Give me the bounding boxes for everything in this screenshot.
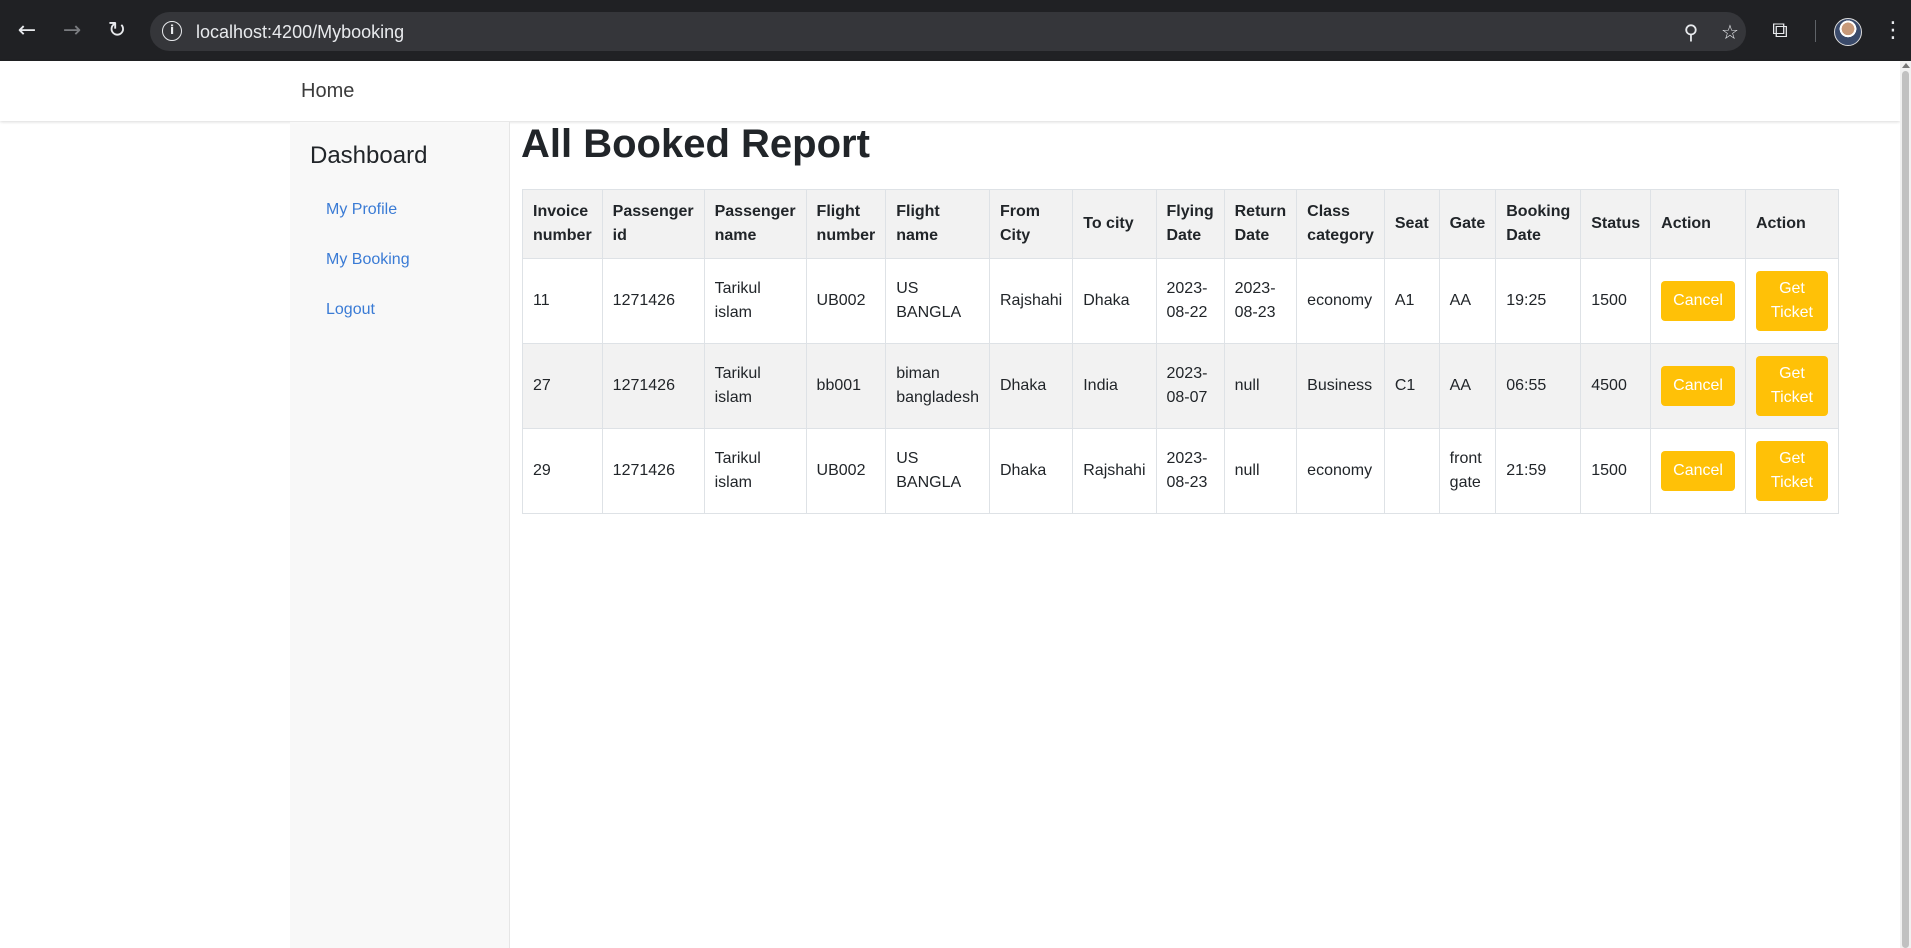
flight-number-cell: bb001 xyxy=(805,343,887,429)
flight-number-cell: UB002 xyxy=(805,428,887,514)
from-city-cell: Dhaka xyxy=(988,343,1074,429)
cancel-button[interactable]: Cancel xyxy=(1661,281,1735,321)
nav-home-link[interactable]: Home xyxy=(301,80,354,103)
url-text[interactable]: localhost:4200/Mybooking xyxy=(196,22,404,43)
back-icon[interactable]: ← xyxy=(10,14,44,48)
ticket-action-cell: Get Ticket xyxy=(1744,343,1839,429)
to-city-cell: Dhaka xyxy=(1072,258,1157,344)
booking-date-cell: 21:59 xyxy=(1495,428,1582,514)
profile-avatar[interactable] xyxy=(1834,18,1862,46)
class-category-cell: Business xyxy=(1296,343,1385,429)
gate-cell: AA xyxy=(1438,343,1497,429)
cancel-action-cell: Cancel xyxy=(1650,343,1746,429)
booking-report-table: Invoice number Passenger id Passenger name … xyxy=(522,189,1839,514)
flight-name-cell: US BANGLA xyxy=(885,258,990,344)
column-header: To city xyxy=(1072,189,1157,259)
return-date-cell: 2023- 08-23 xyxy=(1223,258,1298,344)
seat-cell xyxy=(1383,428,1440,514)
cancel-action-cell: Cancel xyxy=(1650,258,1746,344)
table-row: 29 1271426 Tarikul islam UB002 US BANGLA D… xyxy=(522,428,1839,514)
get-ticket-button[interactable]: Get Ticket xyxy=(1755,271,1828,331)
passenger-name-cell: Tarikul islam xyxy=(703,428,807,514)
flight-name-cell: US BANGLA xyxy=(885,428,990,514)
scroll-up-arrow-icon[interactable] xyxy=(1902,63,1910,68)
page-title: All Booked Report xyxy=(521,122,870,166)
gate-cell: front gate xyxy=(1438,428,1497,514)
sidebar-link-my-booking[interactable]: My Booking xyxy=(326,251,410,269)
invoice-cell: 11 xyxy=(522,258,603,344)
cancel-button[interactable]: Cancel xyxy=(1661,366,1735,406)
site-info-icon[interactable]: i xyxy=(162,21,182,41)
browser-toolbar: ← → ↻ i localhost:4200/Mybooking ⚲ ☆ ⧉ ⋮ xyxy=(0,0,1911,61)
table-row: 11 1271426 Tarikul islam UB002 US BANGLA R… xyxy=(522,258,1839,344)
column-header: Class category xyxy=(1296,189,1385,259)
column-header: Flight number xyxy=(805,189,887,259)
flying-date-cell: 2023- 08-23 xyxy=(1155,428,1225,514)
return-date-cell: null xyxy=(1223,428,1298,514)
column-header: Seat xyxy=(1383,189,1440,259)
flying-date-cell: 2023- 08-22 xyxy=(1155,258,1225,344)
ticket-action-cell: Get Ticket xyxy=(1744,258,1839,344)
reload-icon[interactable]: ↻ xyxy=(100,14,134,48)
cancel-action-cell: Cancel xyxy=(1650,428,1746,514)
column-header: Flight name xyxy=(885,189,990,259)
invoice-cell: 27 xyxy=(522,343,603,429)
sidebar: Dashboard My Profile My Booking Logout xyxy=(290,122,510,948)
booking-date-cell: 06:55 xyxy=(1495,343,1582,429)
flying-date-cell: 2023- 08-07 xyxy=(1155,343,1225,429)
column-header: Booking Date xyxy=(1495,189,1582,259)
class-category-cell: economy xyxy=(1296,258,1385,344)
column-header: Invoice number xyxy=(522,189,603,259)
table-header-row: Invoice number Passenger id Passenger name … xyxy=(522,189,1839,259)
flight-name-cell: biman bangladesh xyxy=(885,343,990,429)
to-city-cell: Rajshahi xyxy=(1072,428,1157,514)
scrollbar-thumb[interactable] xyxy=(1902,71,1909,948)
passenger-id-cell: 1271426 xyxy=(601,258,705,344)
to-city-cell: India xyxy=(1072,343,1157,429)
column-header: Passenger id xyxy=(601,189,705,259)
column-header: Return Date xyxy=(1223,189,1298,259)
page-scrollbar[interactable] xyxy=(1900,61,1911,948)
forward-icon[interactable]: → xyxy=(55,14,89,48)
column-header: Gate xyxy=(1438,189,1497,259)
passenger-name-cell: Tarikul islam xyxy=(703,343,807,429)
from-city-cell: Rajshahi xyxy=(988,258,1074,344)
column-header: Action xyxy=(1744,189,1839,259)
extensions-icon[interactable]: ⧉ xyxy=(1763,14,1797,48)
seat-cell: C1 xyxy=(1383,343,1440,429)
status-cell: 4500 xyxy=(1580,343,1652,429)
ticket-action-cell: Get Ticket xyxy=(1744,428,1839,514)
get-ticket-button[interactable]: Get Ticket xyxy=(1755,441,1828,501)
table-row: 27 1271426 Tarikul islam bb001 biman bangl… xyxy=(522,343,1839,429)
return-date-cell: null xyxy=(1223,343,1298,429)
column-header: Status xyxy=(1580,189,1652,259)
zoom-icon[interactable]: ⚲ xyxy=(1677,18,1705,46)
sidebar-title: Dashboard xyxy=(310,142,428,169)
app-navbar: Home xyxy=(0,61,1900,121)
sidebar-link-logout[interactable]: Logout xyxy=(326,301,375,319)
column-header: Action xyxy=(1650,189,1746,259)
seat-cell: A1 xyxy=(1383,258,1440,344)
browser-menu-icon[interactable]: ⋮ xyxy=(1876,14,1910,48)
passenger-name-cell: Tarikul islam xyxy=(703,258,807,344)
cancel-button[interactable]: Cancel xyxy=(1661,451,1735,491)
from-city-cell: Dhaka xyxy=(988,428,1074,514)
column-header: Flying Date xyxy=(1155,189,1225,259)
flight-number-cell: UB002 xyxy=(805,258,887,344)
gate-cell: AA xyxy=(1438,258,1497,344)
passenger-id-cell: 1271426 xyxy=(601,428,705,514)
booking-date-cell: 19:25 xyxy=(1495,258,1582,344)
status-cell: 1500 xyxy=(1580,258,1652,344)
bookmark-star-icon[interactable]: ☆ xyxy=(1716,18,1744,46)
passenger-id-cell: 1271426 xyxy=(601,343,705,429)
sidebar-link-my-profile[interactable]: My Profile xyxy=(326,201,397,219)
toolbar-divider xyxy=(1815,20,1816,42)
column-header: From City xyxy=(988,189,1074,259)
get-ticket-button[interactable]: Get Ticket xyxy=(1755,356,1828,416)
address-bar[interactable]: i localhost:4200/Mybooking ⚲ ☆ xyxy=(150,12,1746,51)
status-cell: 1500 xyxy=(1580,428,1652,514)
invoice-cell: 29 xyxy=(522,428,603,514)
class-category-cell: economy xyxy=(1296,428,1385,514)
column-header: Passenger name xyxy=(703,189,807,259)
